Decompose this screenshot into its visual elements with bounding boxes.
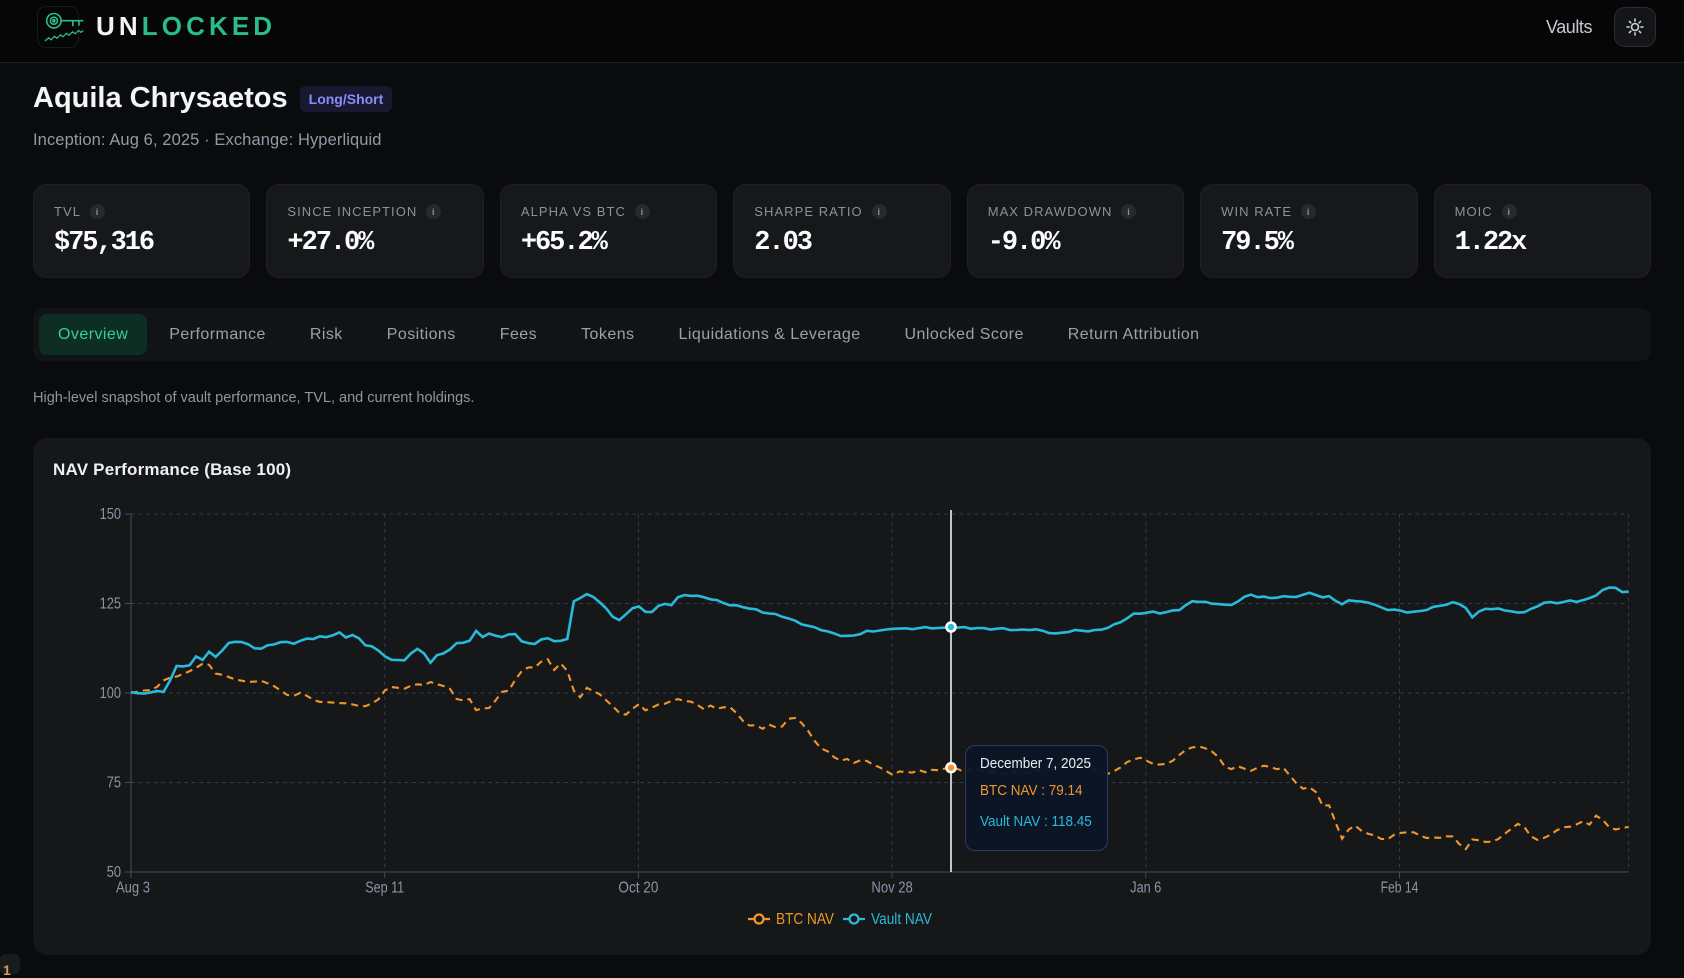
svg-text:50: 50 <box>107 864 121 881</box>
svg-text:Jan 6: Jan 6 <box>1130 880 1161 897</box>
svg-text:Nov 28: Nov 28 <box>871 880 912 897</box>
svg-text:Feb 14: Feb 14 <box>1381 880 1419 897</box>
svg-text:75: 75 <box>107 775 121 792</box>
svg-text:BTC NAV: BTC NAV <box>776 911 835 928</box>
svg-text:Aug 3: Aug 3 <box>116 880 150 897</box>
svg-text:Sep 11: Sep 11 <box>365 880 404 897</box>
svg-text:Vault NAV: Vault NAV <box>871 911 933 928</box>
svg-text:Oct 20: Oct 20 <box>618 880 658 897</box>
svg-text:125: 125 <box>100 596 121 613</box>
svg-text:150: 150 <box>100 506 121 523</box>
svg-text:100: 100 <box>100 685 121 702</box>
